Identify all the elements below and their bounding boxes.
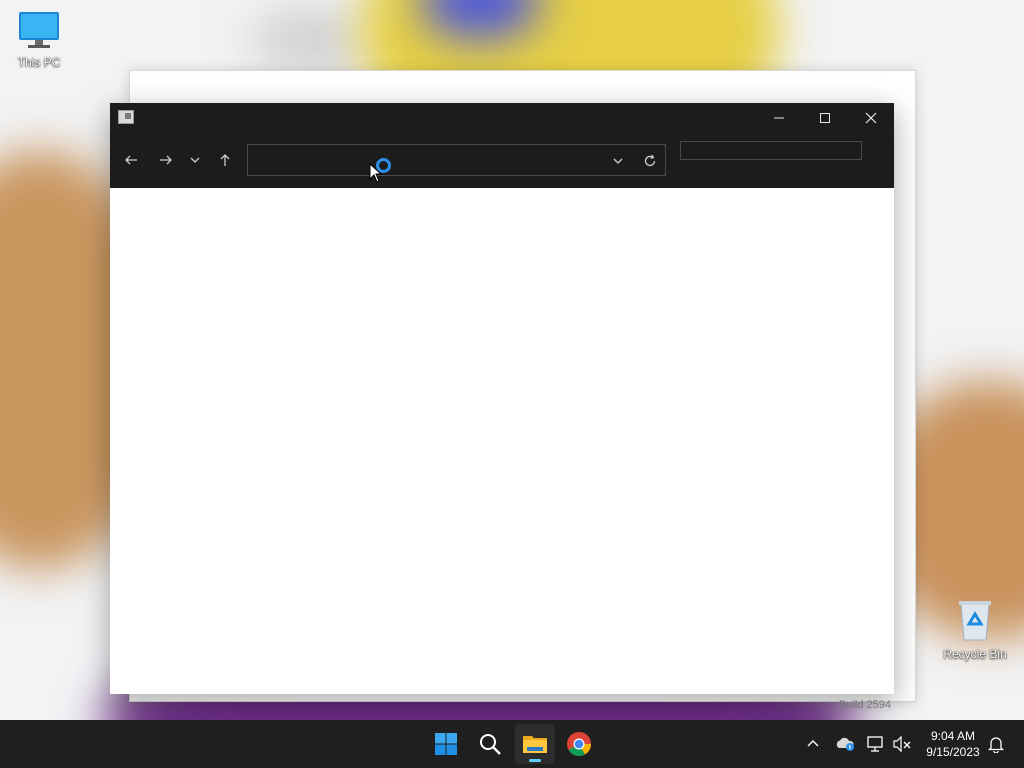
- network-tray-button[interactable]: [864, 732, 888, 756]
- build-watermark: Build 2594: [839, 699, 891, 711]
- desktop-icon-this-pc[interactable]: This PC: [3, 10, 75, 69]
- chevron-up-icon: [807, 740, 819, 747]
- notification-bell-icon: [988, 737, 1004, 753]
- arrow-up-icon: [220, 154, 230, 166]
- arrow-right-icon: [160, 155, 172, 165]
- desktop-icon-recycle-bin[interactable]: Recycle Bin: [938, 598, 1012, 661]
- arrow-left-icon: [125, 155, 137, 165]
- volume-muted-icon: [893, 735, 911, 753]
- maximize-button[interactable]: [802, 103, 848, 133]
- minimize-icon: [774, 117, 784, 119]
- taskbar: 9:04 AM 9/15/2023: [0, 720, 1024, 768]
- wallpaper-shape: [250, 10, 370, 70]
- folder-icon: [523, 736, 547, 753]
- navigation-toolbar: [110, 133, 894, 188]
- refresh-icon: [644, 154, 656, 167]
- recycle-bin-icon: [959, 601, 991, 641]
- mouse-cursor-icon: [369, 163, 383, 183]
- content-pane[interactable]: [110, 188, 894, 694]
- title-bar[interactable]: [110, 103, 894, 133]
- network-icon: [867, 736, 883, 752]
- taskbar-search-button[interactable]: [470, 724, 510, 764]
- taskbar-file-explorer-button[interactable]: [515, 724, 555, 764]
- up-button[interactable]: [212, 147, 238, 173]
- recent-locations-button[interactable]: [184, 147, 206, 173]
- onedrive-tray-button[interactable]: [833, 732, 857, 756]
- chevron-down-icon: [613, 158, 623, 164]
- file-explorer-window[interactable]: [110, 103, 894, 694]
- volume-tray-button[interactable]: [890, 732, 914, 756]
- maximize-icon: [820, 113, 830, 123]
- chevron-down-icon: [190, 157, 200, 163]
- taskbar-chrome-button[interactable]: [559, 724, 599, 764]
- clock-date: 9/15/2023: [926, 745, 980, 759]
- notifications-button[interactable]: [984, 732, 1008, 756]
- onedrive-icon: [836, 737, 854, 751]
- windows-logo-icon: [435, 733, 457, 755]
- clock-time: 9:04 AM: [930, 729, 976, 743]
- desktop-icon-label: Recycle Bin: [943, 647, 1007, 661]
- monitor-icon: [19, 12, 59, 48]
- chrome-icon: [567, 732, 591, 757]
- address-bar[interactable]: [247, 144, 666, 176]
- address-dropdown-button[interactable]: [608, 151, 628, 171]
- taskbar-clock[interactable]: 9:04 AM 9/15/2023: [918, 728, 988, 760]
- refresh-button[interactable]: [640, 151, 660, 171]
- app-window-icon: [118, 110, 134, 124]
- close-icon: [865, 112, 877, 124]
- forward-button[interactable]: [153, 147, 179, 173]
- minimize-button[interactable]: [756, 103, 802, 133]
- close-button[interactable]: [848, 103, 894, 133]
- desktop-icon-label: This PC: [17, 55, 61, 69]
- search-input[interactable]: [680, 141, 862, 160]
- active-app-indicator: [529, 759, 541, 762]
- start-button[interactable]: [426, 724, 466, 764]
- search-icon: [480, 734, 501, 755]
- show-hidden-icons-button[interactable]: [801, 732, 825, 756]
- back-button[interactable]: [118, 147, 144, 173]
